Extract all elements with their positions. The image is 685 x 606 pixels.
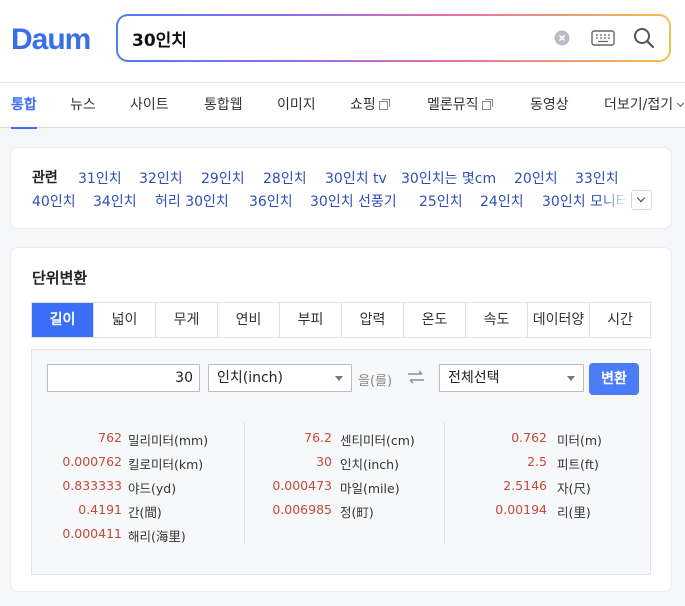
tab-data[interactable]: 데이터양 bbox=[528, 303, 590, 337]
tab-temperature[interactable]: 온도 bbox=[404, 303, 466, 337]
search-icon[interactable] bbox=[632, 26, 656, 50]
search-tabs: 통합 뉴스 사이트 통합웹 이미지 쇼핑 멜론뮤직 동영상 더보기/접기 bbox=[0, 82, 685, 129]
tab-fuel[interactable]: 연비 bbox=[218, 303, 280, 337]
tab-pressure[interactable]: 압력 bbox=[342, 303, 404, 337]
swap-icon bbox=[408, 370, 424, 384]
particle-label: 을(를) bbox=[358, 374, 393, 389]
caret-down-icon bbox=[335, 376, 343, 381]
tab-time[interactable]: 시간 bbox=[590, 303, 650, 337]
tab-integrated[interactable]: 통합 bbox=[11, 83, 37, 129]
unit-converter: 단위변환 길이 넓이 무게 연비 부피 압력 온도 속도 데이터양 시간 인치(… bbox=[10, 247, 672, 592]
tab-area[interactable]: 넓이 bbox=[94, 303, 156, 337]
related-link[interactable]: 32인치 bbox=[139, 168, 183, 188]
related-link[interactable]: 28인치 bbox=[263, 168, 307, 188]
tab-weight[interactable]: 무게 bbox=[156, 303, 218, 337]
tab-web[interactable]: 통합웹 bbox=[204, 83, 243, 128]
clear-icon[interactable] bbox=[554, 30, 570, 46]
external-link-icon bbox=[481, 99, 493, 110]
related-link[interactable]: 25인치 bbox=[419, 191, 463, 211]
tab-more[interactable]: 더보기/접기 bbox=[604, 83, 685, 128]
related-link[interactable]: 36인치 bbox=[249, 191, 293, 211]
unit-category-tabs: 길이 넓이 무게 연비 부피 압력 온도 속도 데이터양 시간 bbox=[31, 302, 651, 338]
search-box bbox=[116, 14, 671, 62]
related-link[interactable]: 33인치 bbox=[575, 168, 619, 188]
expand-related-button[interactable] bbox=[631, 190, 652, 210]
tab-length[interactable]: 길이 bbox=[32, 303, 94, 337]
external-link-icon bbox=[378, 99, 390, 110]
tab-shopping[interactable]: 쇼핑 bbox=[350, 83, 390, 128]
conversion-panel: 인치(inch) 을(를) 전체선택 변환 762 밀리미터(mm) 0.000… bbox=[31, 349, 651, 575]
from-unit-select[interactable]: 인치(inch) bbox=[208, 364, 352, 392]
keyboard-icon[interactable] bbox=[591, 29, 615, 47]
convert-button[interactable]: 변환 bbox=[589, 363, 639, 395]
related-title: 관련 bbox=[32, 170, 58, 186]
value-input[interactable] bbox=[47, 364, 200, 392]
caret-down-icon bbox=[567, 376, 575, 381]
search-input[interactable] bbox=[132, 25, 532, 51]
related-link[interactable]: 40인치 bbox=[32, 191, 76, 211]
daum-logo[interactable]: Daum bbox=[11, 21, 97, 53]
header: Daum bbox=[0, 0, 685, 82]
related-link[interactable]: 24인치 bbox=[480, 191, 524, 211]
chevron-down-icon bbox=[636, 193, 646, 203]
tab-melon-music[interactable]: 멜론뮤직 bbox=[427, 83, 493, 128]
related-link[interactable]: 허리 30인치 bbox=[155, 191, 229, 211]
related-searches: 관련 31인치 32인치 29인치 28인치 30인치 tv 30인치는 몇cm… bbox=[10, 147, 672, 229]
related-link[interactable]: 30인치는 몇cm bbox=[401, 168, 496, 188]
logo-text: Daum bbox=[11, 23, 90, 53]
tab-speed[interactable]: 속도 bbox=[466, 303, 528, 337]
related-link[interactable]: 30인치 선풍기 bbox=[310, 191, 397, 211]
to-unit-select[interactable]: 전체선택 bbox=[439, 364, 584, 392]
tab-volume[interactable]: 부피 bbox=[280, 303, 342, 337]
related-link[interactable]: 30인치 tv bbox=[325, 168, 387, 188]
tab-news[interactable]: 뉴스 bbox=[70, 83, 96, 128]
related-link[interactable]: 31인치 bbox=[78, 168, 122, 188]
converter-title: 단위변환 bbox=[32, 269, 88, 287]
related-link[interactable]: 34인치 bbox=[93, 191, 137, 211]
tab-video[interactable]: 동영상 bbox=[530, 83, 569, 128]
related-link[interactable]: 29인치 bbox=[201, 168, 245, 188]
tab-image[interactable]: 이미지 bbox=[277, 83, 316, 128]
chevron-down-icon bbox=[677, 99, 685, 108]
related-link[interactable]: 20인치 bbox=[514, 168, 558, 188]
tab-site[interactable]: 사이트 bbox=[130, 83, 169, 128]
